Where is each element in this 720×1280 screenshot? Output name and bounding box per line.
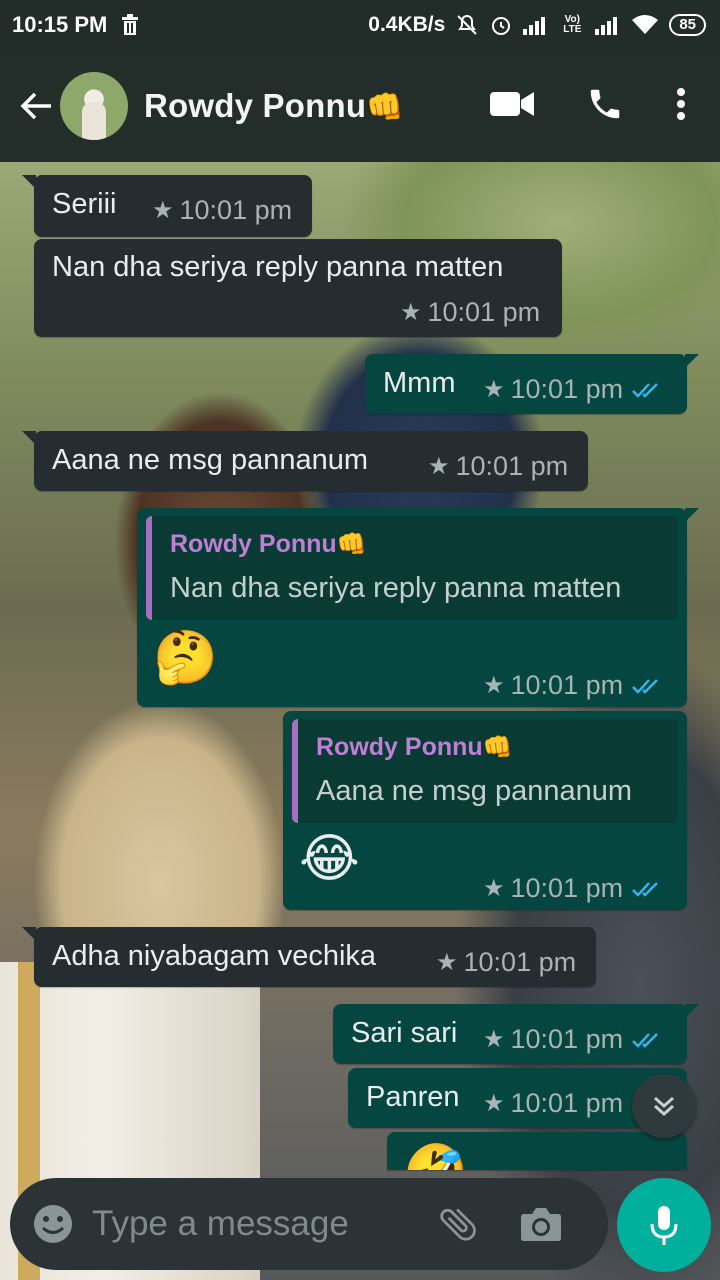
camera-icon[interactable] <box>520 1206 562 1242</box>
message-bubble-outgoing[interactable]: Rowdy Ponnu👊 Aana ne msg pannanum 😂 ★ 10:… <box>283 711 687 910</box>
signal-icon <box>595 15 621 35</box>
emoji-icon[interactable] <box>32 1203 74 1245</box>
paperclip-icon[interactable] <box>436 1202 480 1246</box>
quoted-message[interactable]: Rowdy Ponnu👊 Nan dha seriya reply panna … <box>146 516 678 620</box>
message-time: 10:01 pm <box>455 451 569 481</box>
message-composer <box>10 1178 608 1270</box>
quoted-sender-name: Rowdy Ponnu <box>316 733 483 761</box>
message-time: 10:01 pm <box>510 873 624 903</box>
mute-icon <box>455 13 479 37</box>
message-text: Sari sari <box>351 1017 458 1049</box>
mic-icon <box>650 1206 678 1245</box>
wifi-icon <box>631 14 659 36</box>
message-bubble-outgoing[interactable]: Mmm ★ 10:01 pm <box>365 354 699 414</box>
alarm-icon <box>489 13 513 37</box>
laughing-emoji: 😂 <box>299 829 360 889</box>
message-time: 10:01 pm <box>179 195 293 225</box>
double-chevron-down-icon <box>654 1096 674 1117</box>
message-text: Panren <box>366 1081 460 1113</box>
thinking-emoji: 🤔 <box>153 628 218 688</box>
message-meta: ★ 10:01 pm <box>483 1088 623 1119</box>
voice-message-button[interactable] <box>617 1178 711 1272</box>
network-speed: 0.4KB/s <box>368 13 446 36</box>
rolling-laughing-emoji: 🤣 <box>403 1146 468 1170</box>
message-meta: ★ 10:01 pm <box>483 873 663 904</box>
message-time: 10:01 pm <box>510 670 624 700</box>
lte-label: Vo) LTE <box>563 14 582 35</box>
message-time: 10:01 pm <box>427 297 541 327</box>
message-meta: ★ 10:01 pm <box>436 947 576 978</box>
quoted-sender: Rowdy Ponnu👊 <box>316 733 513 762</box>
message-text: Aana ne msg pannanum <box>52 444 368 476</box>
quoted-message[interactable]: Rowdy Ponnu👊 Aana ne msg pannanum <box>292 719 678 823</box>
message-time: 10:01 pm <box>510 1088 624 1118</box>
avatar[interactable] <box>60 72 128 140</box>
message-text: Mmm <box>383 367 456 399</box>
quoted-text: Nan dha seriya reply panna matten <box>170 572 622 604</box>
message-input[interactable] <box>90 1203 424 1245</box>
star-icon: ★ <box>483 875 505 902</box>
quote-bar <box>146 516 152 620</box>
message-meta: ★ 10:01 pm <box>483 1024 663 1055</box>
read-ticks-icon <box>632 1032 658 1048</box>
message-time: 10:01 pm <box>510 1024 624 1054</box>
more-vert-icon[interactable] <box>676 87 686 126</box>
fist-emoji: 👊 <box>336 531 367 558</box>
quoted-sender: Rowdy Ponnu👊 <box>170 530 367 559</box>
fist-emoji: 👊 <box>482 734 513 761</box>
message-bubble-incoming[interactable]: Aana ne msg pannanum ★ 10:01 pm <box>22 431 588 491</box>
message-meta: ★ 10:01 pm <box>428 451 568 482</box>
message-bubble-outgoing[interactable]: Rowdy Ponnu👊 Nan dha seriya reply panna … <box>137 508 699 707</box>
message-text: Nan dha seriya reply panna matten <box>52 251 504 283</box>
chat-header: Rowdy Ponnu👊 <box>0 50 720 162</box>
message-meta: ★ 10:01 pm <box>483 374 663 405</box>
message-time: 10:01 pm <box>463 947 577 977</box>
message-bubble-outgoing[interactable]: Sari sari ★ 10:01 pm <box>333 1004 699 1064</box>
read-ticks-icon <box>632 881 658 897</box>
status-time: 10:15 PM <box>12 12 108 37</box>
star-icon: ★ <box>436 949 458 976</box>
signal-icon <box>523 15 549 35</box>
message-time: 10:01 pm <box>510 374 624 404</box>
quoted-sender-name: Rowdy Ponnu <box>170 530 337 558</box>
scroll-to-bottom-button[interactable] <box>632 1074 696 1138</box>
star-icon: ★ <box>483 376 505 403</box>
message-meta: ★ 10:01 pm <box>483 670 663 701</box>
message-text: Seriii <box>52 188 117 220</box>
arrow-left-icon[interactable] <box>0 91 68 121</box>
message-meta: ★ 10:01 pm <box>400 297 540 328</box>
message-meta: ★ 10:01 pm <box>152 195 292 226</box>
read-ticks-icon <box>632 678 658 694</box>
message-text: Adha niyabagam vechika <box>52 940 377 972</box>
star-icon: ★ <box>483 672 505 699</box>
quoted-text: Aana ne msg pannanum <box>316 775 632 807</box>
contact-name[interactable]: Rowdy Ponnu👊 <box>144 87 404 125</box>
trash-icon <box>121 14 139 36</box>
message-bubble-incoming[interactable]: Seriii ★ 10:01 pm <box>22 175 312 237</box>
phone-icon[interactable] <box>586 85 624 128</box>
star-icon: ★ <box>400 299 422 326</box>
message-bubble-incoming[interactable]: Adha niyabagam vechika ★ 10:01 pm <box>22 927 596 987</box>
quote-bar <box>292 719 298 823</box>
status-bar: 10:15 PM 0.4KB/s Vo) LTE 85 <box>0 0 720 50</box>
message-bubble-incoming[interactable]: Nan dha seriya reply panna matten ★ 10:01… <box>34 239 562 337</box>
battery-indicator: 85 <box>669 14 706 36</box>
star-icon: ★ <box>483 1090 505 1117</box>
video-call-icon[interactable] <box>490 90 534 123</box>
star-icon: ★ <box>152 197 174 224</box>
read-ticks-icon <box>632 382 658 398</box>
star-icon: ★ <box>428 453 450 480</box>
message-bubble-outgoing[interactable]: 🤣 <box>387 1132 687 1170</box>
star-icon: ★ <box>483 1026 505 1053</box>
contact-name-text: Rowdy Ponnu <box>144 87 367 124</box>
fist-emoji: 👊 <box>366 91 404 124</box>
